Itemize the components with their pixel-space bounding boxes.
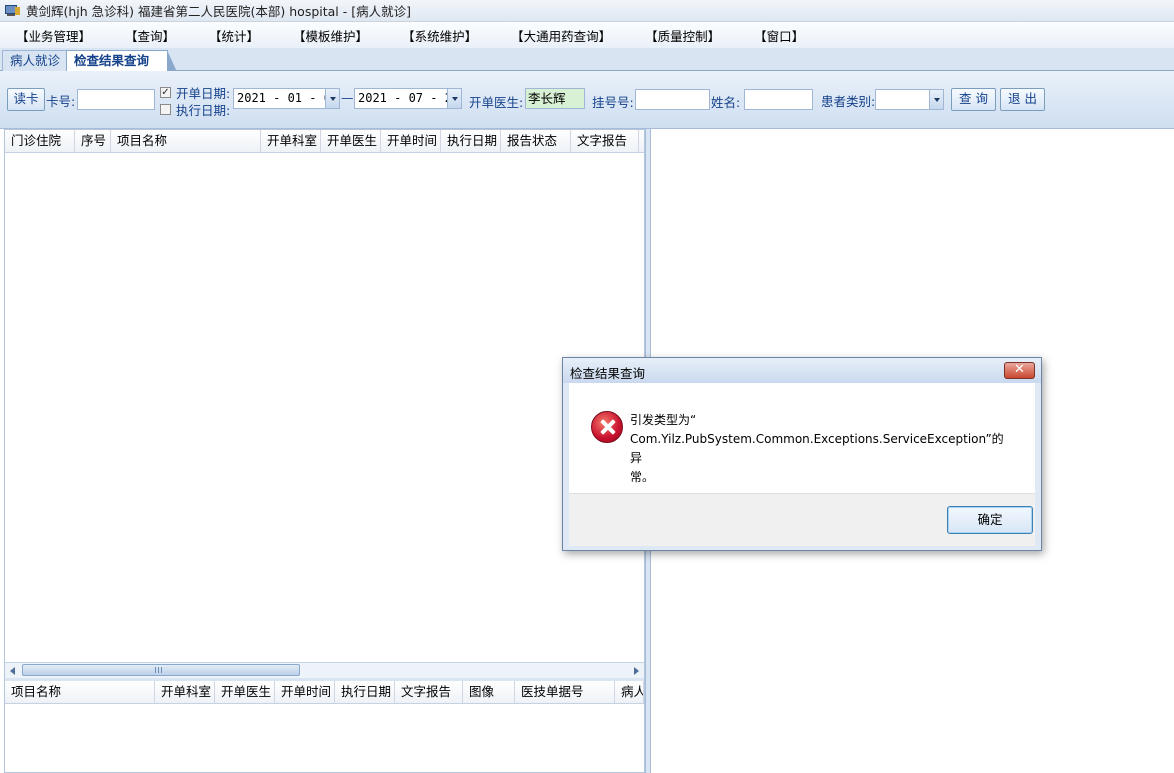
patient-type-select[interactable] xyxy=(875,89,944,110)
menu-query[interactable]: 【查询】 xyxy=(125,26,175,45)
doctor-input[interactable]: 李长辉 xyxy=(525,88,585,109)
error-icon xyxy=(591,411,623,443)
error-dialog: 检查结果查询 ✕ 引发类型为“ Com.Yilz.PubSystem.Commo… xyxy=(562,357,1042,551)
tab-exam-result-query[interactable]: 检查结果查询 xyxy=(66,50,178,72)
column-header-order-dept[interactable]: 开单科室 xyxy=(261,130,321,152)
detail-grid-header: 项目名称 开单科室 开单医生 开单时间 执行日期 文字报告 图像 医技单据号 病… xyxy=(5,681,644,704)
date-from-picker[interactable]: 2021 - 01 - 01 xyxy=(233,88,340,109)
column-header-report-status[interactable]: 报告状态 xyxy=(501,130,571,152)
name-input[interactable] xyxy=(744,89,813,110)
computer-app-icon xyxy=(4,4,20,18)
dialog-title: 检查结果查询 xyxy=(570,366,646,381)
column-header-patient[interactable]: 病人 xyxy=(615,681,644,703)
menu-statistics[interactable]: 【统计】 xyxy=(209,26,259,45)
results-pane: 门诊住院 序号 项目名称 开单科室 开单医生 开单时间 执行日期 报告状态 文字… xyxy=(4,129,645,773)
reg-no-input[interactable] xyxy=(635,89,710,110)
menu-drug-query[interactable]: 【大通用药查询】 xyxy=(511,26,611,45)
tab-patient-visit[interactable]: 病人就诊 xyxy=(2,50,69,71)
column-header-order-dept[interactable]: 开单科室 xyxy=(155,681,215,703)
patient-type-label: 患者类别: xyxy=(821,94,876,109)
column-header-exec-date[interactable]: 执行日期 xyxy=(335,681,395,703)
exec-date-checkbox[interactable] xyxy=(160,104,171,115)
error-message: 引发类型为“ Com.Yilz.PubSystem.Common.Excepti… xyxy=(630,411,1010,487)
column-header-outpatient[interactable]: 门诊住院 xyxy=(5,130,75,152)
date-to-picker[interactable]: 2021 - 07 - 28 xyxy=(354,88,462,109)
menu-bar: 【业务管理】 【查询】 【统计】 【模板维护】 【系统维护】 【大通用药查询】 … xyxy=(0,22,1174,48)
column-header-doc-no[interactable]: 医技单据号 xyxy=(515,681,615,703)
date-to-value: 2021 - 07 - 28 xyxy=(358,91,460,105)
window-titlebar: 黄剑辉(hjh 急诊科) 福建省第二人民医院(本部) hospital - [病… xyxy=(0,0,1174,22)
horizontal-scrollbar[interactable] xyxy=(5,662,644,678)
column-header-text-report[interactable]: 文字报告 xyxy=(395,681,463,703)
card-no-label: 卡号: xyxy=(46,94,76,109)
date-from-value: 2021 - 01 - 01 xyxy=(237,91,339,105)
date-from-dropdown-icon[interactable] xyxy=(325,89,339,108)
dialog-titlebar: 检查结果查询 ✕ xyxy=(563,358,1041,383)
error-message-line: 常。 xyxy=(630,470,655,484)
patient-type-dropdown-icon[interactable] xyxy=(929,90,943,109)
column-header-order-doctor[interactable]: 开单医生 xyxy=(215,681,275,703)
menu-template[interactable]: 【模板维护】 xyxy=(293,26,368,45)
error-message-line: Com.Yilz.PubSystem.Common.Exceptions.Ser… xyxy=(630,432,1004,465)
date-to-dropdown-icon[interactable] xyxy=(447,89,461,108)
menu-quality[interactable]: 【质量控制】 xyxy=(645,26,720,45)
column-header-item-name[interactable]: 项目名称 xyxy=(5,681,155,703)
card-no-input[interactable] xyxy=(77,89,155,110)
close-icon[interactable]: ✕ xyxy=(1004,362,1035,379)
dialog-body: 引发类型为“ Com.Yilz.PubSystem.Common.Excepti… xyxy=(569,383,1035,546)
query-toolbar: 读卡 卡号: ✓ 开单日期: 执行日期: 2021 - 01 - 01 — 20… xyxy=(0,71,1174,129)
window-title: 黄剑辉(hjh 急诊科) 福建省第二人民医院(本部) hospital - [病… xyxy=(26,4,411,19)
scroll-right-icon[interactable] xyxy=(634,667,639,675)
column-header-seq[interactable]: 序号 xyxy=(75,130,111,152)
scroll-left-icon[interactable] xyxy=(10,667,15,675)
error-message-line: 引发类型为“ xyxy=(630,413,697,427)
dialog-footer: 确定 xyxy=(569,493,1035,546)
exit-button[interactable]: 退 出 xyxy=(1000,88,1045,111)
column-header-text-report[interactable]: 文字报告 xyxy=(571,130,639,152)
menu-system[interactable]: 【系统维护】 xyxy=(402,26,477,45)
column-header-image[interactable]: 图像 xyxy=(463,681,515,703)
doctor-label: 开单医生: xyxy=(469,95,524,110)
exec-date-label: 执行日期: xyxy=(176,103,231,118)
reg-no-label: 挂号号: xyxy=(592,95,634,110)
read-card-button[interactable]: 读卡 xyxy=(7,88,45,111)
query-button[interactable]: 查 询 xyxy=(951,88,996,111)
column-header-item-name[interactable]: 项目名称 xyxy=(111,130,261,152)
column-header-order-time[interactable]: 开单时间 xyxy=(275,681,335,703)
menu-window[interactable]: 【窗口】 xyxy=(754,26,804,45)
column-header-order-doctor[interactable]: 开单医生 xyxy=(321,130,381,152)
column-header-order-time[interactable]: 开单时间 xyxy=(381,130,441,152)
date-range-separator: — xyxy=(341,90,354,105)
menu-business[interactable]: 【业务管理】 xyxy=(16,26,91,45)
result-grid-header: 门诊住院 序号 项目名称 开单科室 开单医生 开单时间 执行日期 报告状态 文字… xyxy=(5,130,644,153)
order-date-checkbox[interactable]: ✓ xyxy=(160,87,171,98)
column-header-exec-date[interactable]: 执行日期 xyxy=(441,130,501,152)
scroll-thumb[interactable] xyxy=(22,664,300,676)
tab-strip: 病人就诊 检查结果查询 xyxy=(0,48,1174,72)
ok-button[interactable]: 确定 xyxy=(947,506,1033,534)
name-label: 姓名: xyxy=(711,95,741,110)
